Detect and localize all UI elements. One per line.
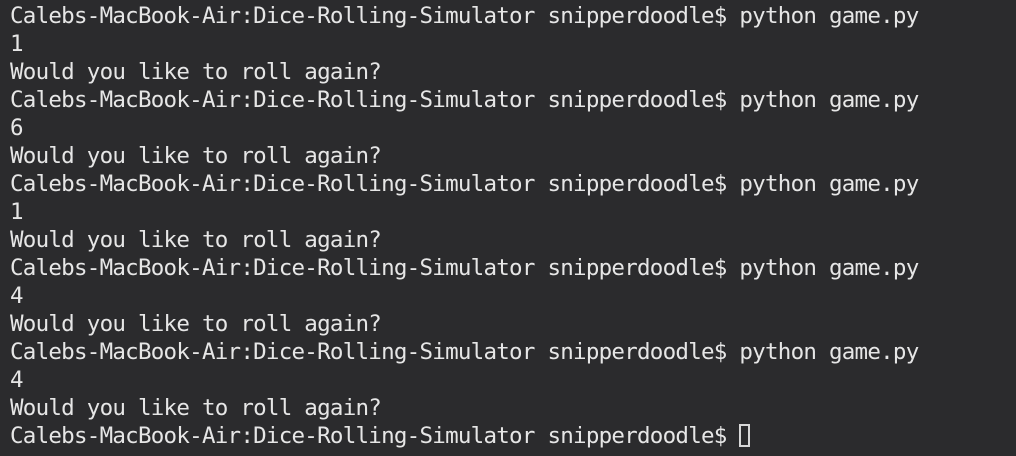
terminal-line-output: 1 <box>10 199 24 225</box>
terminal-line-output: Would you like to roll again? <box>10 227 382 253</box>
terminal-line-command: Calebs-MacBook-Air:Dice-Rolling-Simulato… <box>10 339 919 365</box>
terminal-line-output: 4 <box>10 367 24 393</box>
terminal-line-command: Calebs-MacBook-Air:Dice-Rolling-Simulato… <box>10 3 919 29</box>
terminal-line-command: Calebs-MacBook-Air:Dice-Rolling-Simulato… <box>10 171 919 197</box>
terminal-line-output: 6 <box>10 115 24 141</box>
terminal-prompt: Calebs-MacBook-Air:Dice-Rolling-Simulato… <box>10 423 727 449</box>
terminal-line-output: Would you like to roll again? <box>10 311 382 337</box>
terminal-line-output: Would you like to roll again? <box>10 143 382 169</box>
terminal-prompt-line[interactable]: Calebs-MacBook-Air:Dice-Rolling-Simulato… <box>10 422 1016 450</box>
terminal-line-output: 1 <box>10 31 24 57</box>
terminal-line-command: Calebs-MacBook-Air:Dice-Rolling-Simulato… <box>10 255 919 281</box>
terminal-line-command: Calebs-MacBook-Air:Dice-Rolling-Simulato… <box>10 87 919 113</box>
terminal-window[interactable]: Calebs-MacBook-Air:Dice-Rolling-Simulato… <box>0 0 1016 456</box>
cursor-icon <box>738 424 750 447</box>
terminal-line-output: Would you like to roll again? <box>10 395 382 421</box>
terminal-line-output: 4 <box>10 283 24 309</box>
terminal-line-output: Would you like to roll again? <box>10 59 382 85</box>
